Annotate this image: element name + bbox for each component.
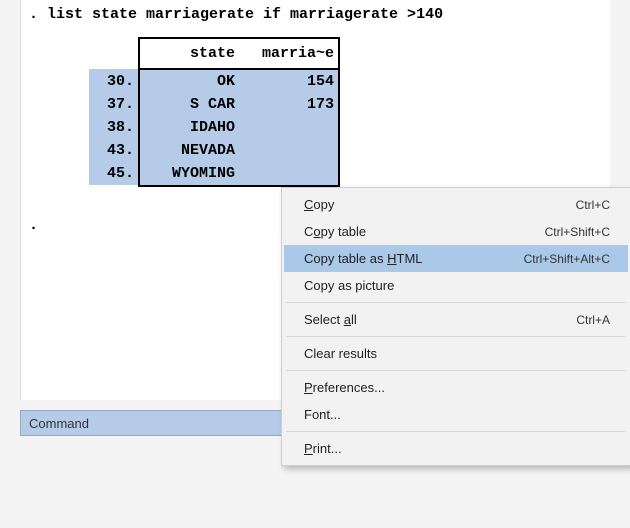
col-header-state: state [139, 38, 239, 68]
cell-value: 154 [239, 69, 339, 93]
menu-copy-as-picture[interactable]: Copy as picture [284, 272, 628, 299]
cell-state: S CAR [139, 93, 239, 116]
cell-value: 173 [239, 93, 339, 116]
menu-select-all[interactable]: Select all Ctrl+A [284, 306, 628, 333]
output-table: state marria~e 30. OK 154 37. S CAR 173 … [89, 37, 602, 187]
table-row[interactable]: 43. NEVADA [89, 139, 339, 162]
menu-shortcut: Ctrl+C [576, 198, 610, 212]
cell-value [239, 116, 339, 139]
col-header-marriagerate: marria~e [239, 38, 339, 68]
menu-separator [286, 431, 626, 432]
row-index: 37. [89, 93, 139, 116]
menu-shortcut: Ctrl+A [576, 313, 610, 327]
row-index: 45. [89, 162, 139, 185]
row-index: 38. [89, 116, 139, 139]
menu-separator [286, 370, 626, 371]
cell-state: WYOMING [139, 162, 239, 185]
table-row[interactable]: 38. IDAHO [89, 116, 339, 139]
menu-shortcut: Ctrl+Shift+Alt+C [524, 252, 610, 266]
menu-print[interactable]: Print... [284, 435, 628, 462]
command-echo: . list state marriagerate if marriagerat… [29, 6, 602, 23]
table-row[interactable]: 37. S CAR 173 [89, 93, 339, 116]
menu-clear-results[interactable]: Clear results [284, 340, 628, 367]
cell-value [239, 162, 339, 185]
menu-font[interactable]: Font... [284, 401, 628, 428]
cell-state: IDAHO [139, 116, 239, 139]
row-index: 43. [89, 139, 139, 162]
cell-value [239, 139, 339, 162]
menu-preferences[interactable]: Preferences... [284, 374, 628, 401]
menu-separator [286, 302, 626, 303]
cell-state: NEVADA [139, 139, 239, 162]
menu-copy-table[interactable]: Copy table Ctrl+Shift+C [284, 218, 628, 245]
menu-separator [286, 336, 626, 337]
context-menu: Copy Ctrl+C Copy table Ctrl+Shift+C Copy… [281, 187, 630, 466]
menu-copy-table-html[interactable]: Copy table as HTML Ctrl+Shift+Alt+C [284, 245, 628, 272]
row-index: 30. [89, 69, 139, 93]
menu-copy[interactable]: Copy Ctrl+C [284, 191, 628, 218]
menu-shortcut: Ctrl+Shift+C [545, 225, 610, 239]
table-row[interactable]: 30. OK 154 [89, 69, 339, 93]
col-header-index [89, 38, 139, 68]
command-bar-label: Command [29, 416, 89, 431]
cell-state: OK [139, 69, 239, 93]
table-row[interactable]: 45. WYOMING [89, 162, 339, 185]
